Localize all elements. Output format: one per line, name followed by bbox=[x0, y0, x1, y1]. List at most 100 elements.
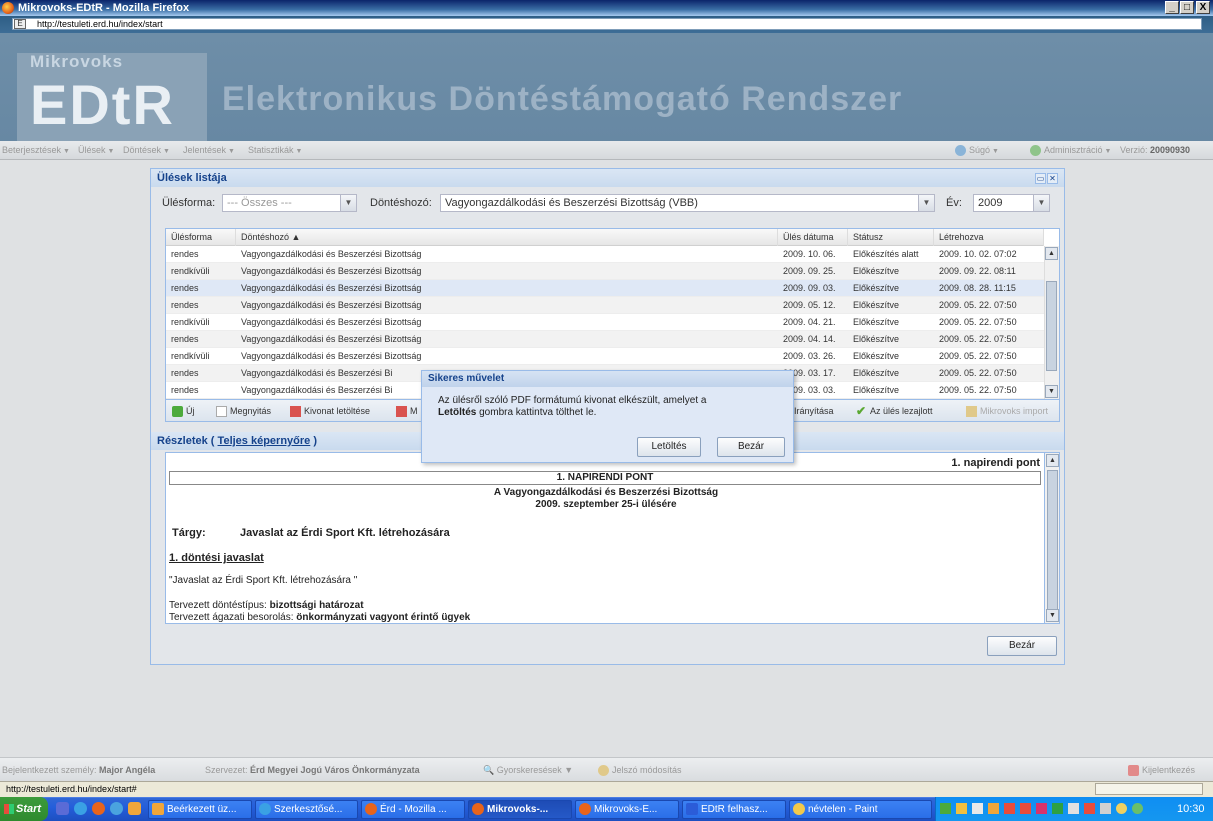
chevron-down-icon: ▼ bbox=[918, 195, 934, 211]
app-title: Elektronikus Döntéstámogató Rendszer bbox=[222, 80, 903, 118]
table-row[interactable]: rendkívüli Vagyongazdálkodási és Beszerzé… bbox=[166, 263, 1044, 280]
task-mikrovoks-active[interactable]: Mikrovoks-... bbox=[468, 800, 572, 819]
scroll-down-icon[interactable]: ▼ bbox=[1046, 609, 1059, 622]
menu-sugo[interactable]: Súgó ▼ bbox=[955, 141, 999, 161]
app-tray-icon[interactable] bbox=[1004, 803, 1015, 814]
task-paint[interactable]: névtelen - Paint bbox=[789, 800, 932, 819]
usb-tray-icon[interactable] bbox=[1100, 803, 1111, 814]
logout-link[interactable]: Kijelentkezés bbox=[1128, 758, 1195, 782]
details-scroll-thumb[interactable] bbox=[1047, 470, 1058, 610]
save-icon[interactable] bbox=[56, 802, 69, 815]
minimize-panel-icon[interactable]: ▭ bbox=[1035, 173, 1046, 184]
menu-statisztikak[interactable]: Statisztikák ▼ bbox=[248, 141, 302, 161]
cell-donteshozo: Vagyongazdálkodási és Beszerzési Bizotts… bbox=[241, 317, 422, 327]
cell-donteshozo: Vagyongazdálkodási és Beszerzési Bizotts… bbox=[241, 249, 422, 259]
cell-ules-datuma: 2009. 09. 03. bbox=[783, 283, 836, 293]
change-password-link[interactable]: Jelszó módosítás bbox=[598, 758, 682, 782]
n-tray-icon[interactable] bbox=[1084, 803, 1095, 814]
panel-header-buttons: ▭ ✕ bbox=[1034, 172, 1058, 184]
media-tray-icon[interactable] bbox=[1020, 803, 1031, 814]
grid-scroll-thumb[interactable] bbox=[1046, 281, 1057, 371]
col-statusz[interactable]: Státusz bbox=[848, 229, 934, 246]
cell-letrehozva: 2009. 05. 22. 07:50 bbox=[939, 351, 1017, 361]
cell-ules-datuma: 2009. 09. 25. bbox=[783, 266, 836, 276]
network-tray-icon[interactable] bbox=[972, 803, 983, 814]
firefox-quicklaunch-icon[interactable] bbox=[92, 802, 105, 815]
clock-tray-icon[interactable] bbox=[988, 803, 999, 814]
media-icon[interactable] bbox=[110, 802, 123, 815]
menu-beterjesztesek[interactable]: Beterjesztések ▼ bbox=[2, 141, 70, 161]
outlook-icon[interactable] bbox=[128, 802, 141, 815]
browser-status-bar: http://testuleti.erd.hu/index/start# bbox=[0, 781, 1213, 797]
donteshozo-select[interactable]: Vagyongazdálkodási és Beszerzési Bizotts… bbox=[440, 194, 935, 212]
quick-search-menu[interactable]: 🔍 Gyorskeresések ▼ bbox=[483, 758, 573, 782]
sync-tray-icon[interactable] bbox=[1132, 803, 1143, 814]
ev-select[interactable]: 2009 ▼ bbox=[973, 194, 1050, 212]
logo-small-text: Mikrovoks bbox=[30, 52, 124, 71]
menu-adminisztracio[interactable]: Adminisztráció ▼ bbox=[1030, 141, 1111, 161]
control-button[interactable]: Irányítása bbox=[794, 400, 834, 422]
mikrovoks-import-button[interactable]: Mikrovoks import bbox=[966, 400, 1048, 422]
table-row[interactable]: rendkívüli Vagyongazdálkodási és Beszerzé… bbox=[166, 348, 1044, 365]
subject-value: Javaslat az Érdi Sport Kft. létrehozásár… bbox=[240, 527, 450, 539]
more-button[interactable]: M bbox=[396, 400, 418, 422]
session-closed-button[interactable]: ✔ Az ülés lezajlott bbox=[856, 400, 933, 422]
task-szerkesztoseg[interactable]: Szerkesztősé... bbox=[255, 800, 358, 819]
ulesforma-select[interactable]: --- Összes --- ▼ bbox=[222, 194, 357, 212]
ve-tray-icon[interactable] bbox=[1068, 803, 1079, 814]
menu-bar: Beterjesztések ▼ Ülések ▼ Döntések ▼ Jelent… bbox=[0, 141, 1213, 160]
version-info: Verzió: 20090930 bbox=[1120, 145, 1191, 155]
fullscreen-link[interactable]: Teljes képernyőre bbox=[218, 435, 311, 447]
donteshozo-label: Döntéshozó: bbox=[370, 197, 432, 209]
task-beerkezett[interactable]: Beérkezett üz... bbox=[148, 800, 252, 819]
ie-icon[interactable] bbox=[74, 802, 87, 815]
cell-ulesforma: rendkívüli bbox=[171, 266, 210, 276]
open-button[interactable]: Megnyitás bbox=[216, 400, 271, 422]
cell-statusz: Előkészítve bbox=[853, 334, 900, 344]
security-tray-icon[interactable] bbox=[1052, 803, 1063, 814]
col-ules-datuma[interactable]: Ülés dátuma bbox=[778, 229, 848, 246]
scroll-up-icon[interactable]: ▲ bbox=[1046, 454, 1059, 467]
new-button[interactable]: Új bbox=[172, 400, 195, 422]
table-row[interactable]: rendes Vagyongazdálkodási és Beszerzési B… bbox=[166, 297, 1044, 314]
minimize-button[interactable]: _ bbox=[1165, 1, 1179, 14]
chevron-down-icon: ▼ bbox=[340, 195, 356, 211]
close-panel-icon[interactable]: ✕ bbox=[1047, 173, 1058, 184]
cell-statusz: Előkészítve bbox=[853, 385, 900, 395]
download-extract-button[interactable]: Kivonat letöltése bbox=[290, 400, 370, 422]
task-mikrovoks-e[interactable]: Mikrovoks-E... bbox=[575, 800, 679, 819]
panel-close-button[interactable]: Bezár bbox=[987, 636, 1057, 656]
menu-ulesek[interactable]: Ülések ▼ bbox=[78, 141, 114, 161]
menu-jelentesek[interactable]: Jelentések ▼ bbox=[183, 141, 235, 161]
table-row[interactable]: rendes Vagyongazdálkodási és Beszerzési B… bbox=[166, 280, 1044, 297]
app-status-bar: Bejelentkezett személy: Major Angéla Sze… bbox=[0, 757, 1213, 781]
table-row[interactable]: rendkívüli Vagyongazdálkodási és Beszerzé… bbox=[166, 314, 1044, 331]
panel-title: Ülések listája bbox=[151, 169, 1064, 187]
cell-letrehozva: 2009. 05. 22. 07:50 bbox=[939, 368, 1017, 378]
table-row[interactable]: rendes Vagyongazdálkodási és Beszerzési B… bbox=[166, 331, 1044, 348]
m-tray-icon[interactable] bbox=[1036, 803, 1047, 814]
close-window-button[interactable]: X bbox=[1196, 1, 1210, 14]
dialog-close-button[interactable]: Bezár bbox=[717, 437, 785, 457]
col-ulesforma[interactable]: Ülésforma bbox=[166, 229, 236, 246]
hl-tray-icon[interactable] bbox=[940, 803, 951, 814]
task-erd-mozilla[interactable]: Érd - Mozilla ... bbox=[361, 800, 465, 819]
col-donteshozo[interactable]: Döntéshozó ▲ bbox=[236, 229, 778, 246]
update-tray-icon[interactable] bbox=[1116, 803, 1127, 814]
task-edtr-felhasz[interactable]: EDtR felhasz... bbox=[682, 800, 786, 819]
menu-dontesek[interactable]: Döntések ▼ bbox=[123, 141, 170, 161]
mail-tray-icon[interactable] bbox=[956, 803, 967, 814]
cell-letrehozva: 2009. 05. 22. 07:50 bbox=[939, 334, 1017, 344]
scroll-up-icon[interactable]: ▲ bbox=[1045, 247, 1058, 260]
col-letrehozva[interactable]: Létrehozva bbox=[934, 229, 1044, 246]
bookmark-star-icon[interactable]: ☆ bbox=[1186, 18, 1196, 30]
meeting-date-title: 2009. szeptember 25-i ülésére bbox=[535, 499, 677, 510]
download-button[interactable]: Letöltés bbox=[637, 437, 701, 457]
url-field[interactable]: http://testuleti.erd.hu/index/start bbox=[12, 18, 1202, 30]
scroll-down-icon[interactable]: ▼ bbox=[1045, 385, 1058, 398]
maximize-button[interactable]: □ bbox=[1180, 1, 1194, 14]
table-row[interactable]: rendes Vagyongazdálkodási és Beszerzési B… bbox=[166, 246, 1044, 263]
committee-title: A Vagyongazdálkodási és Beszerzési Bizot… bbox=[493, 487, 719, 498]
document-icon bbox=[216, 406, 227, 418]
cell-ulesforma: rendkívüli bbox=[171, 351, 210, 361]
